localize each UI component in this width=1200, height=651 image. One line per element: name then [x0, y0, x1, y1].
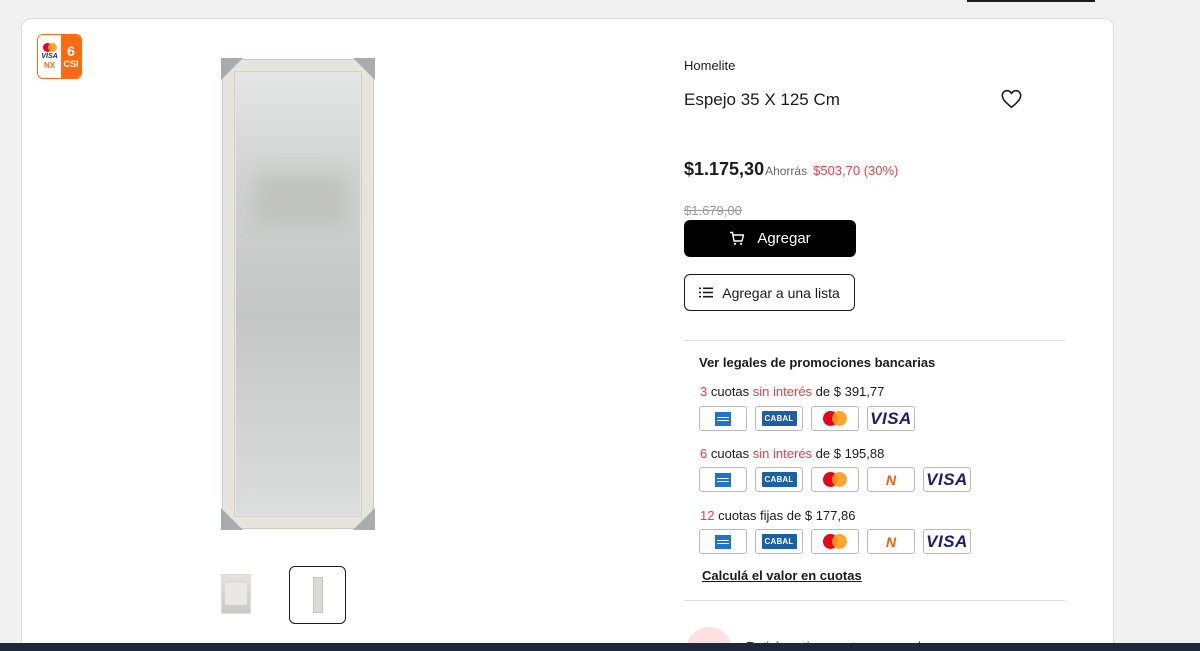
payment-cards-row-1: CABAL VISA [699, 406, 915, 431]
installment-amount: de $ 391,77 [815, 384, 885, 399]
list-icon [699, 287, 714, 298]
add-to-list-label: Agregar a una lista [722, 284, 840, 301]
cabal-card-icon: CABAL [755, 467, 803, 492]
product-brand[interactable]: Homelite [684, 58, 735, 73]
thumbnail-mirror-image [312, 577, 323, 613]
product-card: VISA NX 6 CSI Homelite Espejo 35 X 125 C… [21, 18, 1114, 651]
mirror-glass [236, 73, 360, 515]
top-tab-underline [967, 0, 1095, 2]
mirror-frame [221, 58, 375, 530]
installment-word: cuotas [718, 508, 757, 523]
payment-cards-row-2: CABAL N VISA [699, 467, 971, 492]
badge-card-logos: VISA NX [38, 35, 61, 78]
savings-value: $503,70 (30%) [813, 163, 899, 178]
mastercard-card-icon [811, 529, 859, 554]
product-thumbnail-1[interactable] [221, 574, 251, 614]
add-to-cart-label: Agregar [757, 230, 811, 247]
payment-cards-row-3: CABAL N VISA [699, 529, 971, 554]
price-row: $1.175,30 Ahorrás $503,70 (30%) [684, 159, 898, 180]
installment-tag: sin interés [752, 384, 813, 399]
badge-visa: VISA [41, 53, 58, 60]
installment-count: 6 [700, 446, 708, 461]
visa-card-icon: VISA [867, 406, 915, 431]
favorite-heart-icon[interactable] [1001, 89, 1022, 109]
visa-card-icon: VISA [923, 529, 971, 554]
mastercard-mini-icon [42, 43, 57, 52]
installment-count: 12 [700, 508, 715, 523]
calculate-installments-link[interactable]: Calculá el valor en cuotas [702, 568, 862, 583]
badge-csi: 6 CSI [61, 35, 81, 78]
old-price: $1.679,00 [684, 203, 742, 218]
product-main-image[interactable] [221, 58, 375, 530]
mastercard-card-icon [811, 467, 859, 492]
product-thumbnail-2-selected[interactable] [289, 566, 346, 624]
installment-option-3: 3 cuotas sin interés de $ 391,77 [700, 384, 884, 399]
installment-option-6: 6 cuotas sin interés de $ 195,88 [700, 446, 884, 461]
cuotas-badge: VISA NX 6 CSI [37, 34, 82, 79]
naranja-card-icon: N [867, 467, 915, 492]
add-to-list-button[interactable]: Agregar a una lista [684, 274, 855, 311]
naranja-card-icon: N [867, 529, 915, 554]
divider-top [684, 340, 1065, 341]
divider-bottom [684, 600, 1065, 601]
badge-nx: NX [43, 61, 56, 70]
installment-tag: fijas [760, 508, 784, 523]
visa-card-icon: VISA [923, 467, 971, 492]
installment-word: cuotas [710, 384, 750, 399]
promotions-legal-link[interactable]: Ver legales de promociones bancarias [699, 355, 935, 370]
installment-amount: de $ 177,86 [786, 508, 856, 523]
os-taskbar [0, 643, 1200, 651]
add-to-cart-button[interactable]: Agregar [684, 220, 856, 257]
installment-amount: de $ 195,88 [815, 446, 885, 461]
installment-word: cuotas [710, 446, 750, 461]
amex-card-icon [699, 406, 747, 431]
current-price: $1.175,30 [684, 159, 765, 179]
cabal-card-icon: CABAL [755, 406, 803, 431]
mastercard-card-icon [811, 406, 859, 431]
cabal-card-icon: CABAL [755, 529, 803, 554]
installment-option-12: 12 cuotas fijas de $ 177,86 [700, 508, 855, 523]
installment-tag: sin interés [752, 446, 813, 461]
amex-card-icon [699, 467, 747, 492]
product-title: Espejo 35 X 125 Cm [684, 90, 840, 109]
badge-text: CSI [63, 59, 79, 69]
amex-card-icon [699, 529, 747, 554]
savings-label: Ahorrás [765, 164, 808, 178]
cart-icon [730, 231, 745, 245]
installment-count: 3 [700, 384, 708, 399]
badge-number: 6 [67, 43, 75, 59]
